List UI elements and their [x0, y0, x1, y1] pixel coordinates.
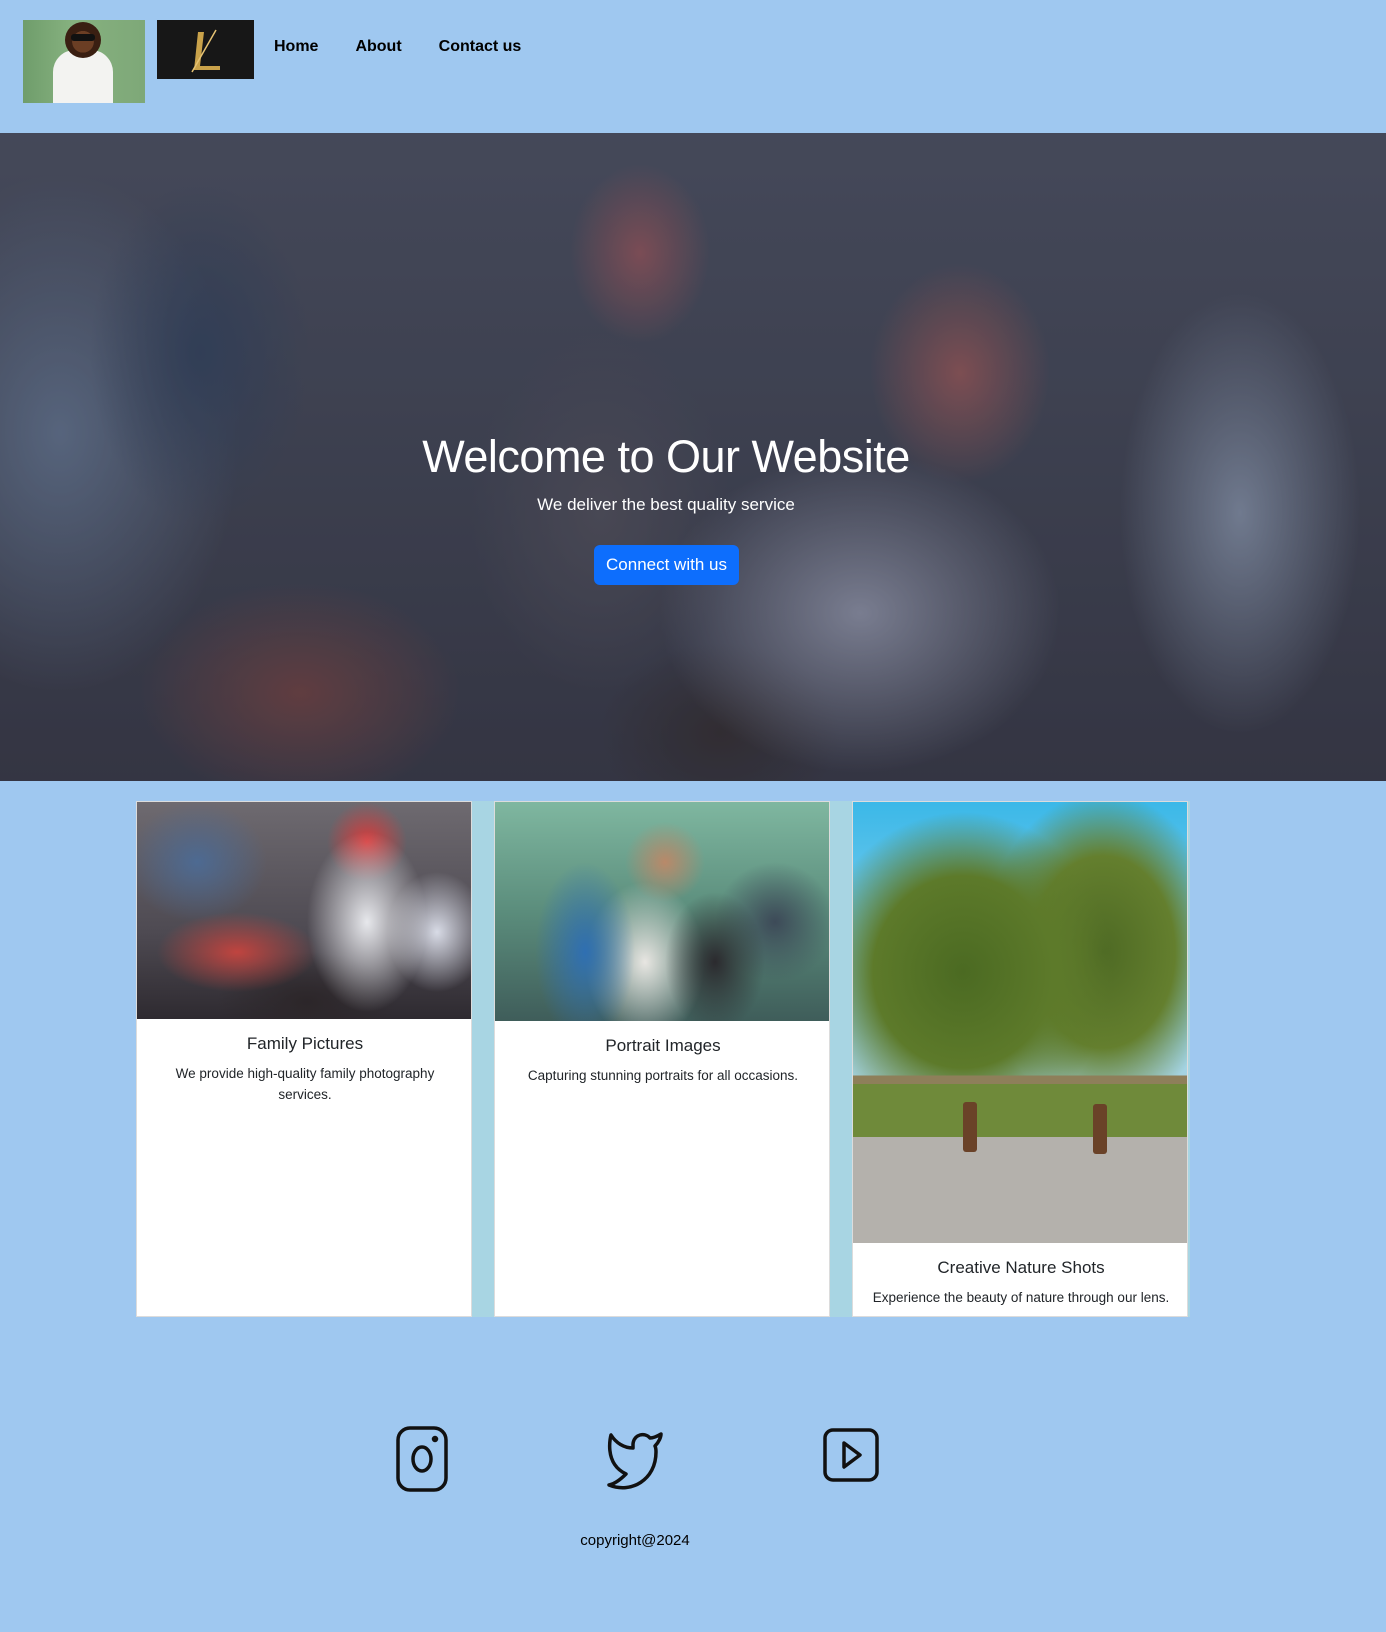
nav-about-link[interactable]: About	[355, 38, 401, 56]
card-image-portrait	[495, 802, 829, 1021]
hero-title: Welcome to Our Website	[422, 431, 910, 482]
tree-trunk	[1093, 1104, 1107, 1154]
instagram-icon[interactable]	[392, 1424, 452, 1494]
card-image-trees	[853, 802, 1187, 1243]
card-nature-shots[interactable]: Creative Nature Shots Experience the bea…	[852, 801, 1188, 1317]
nav-contact-link[interactable]: Contact us	[439, 38, 522, 56]
card-title: Creative Nature Shots	[937, 1258, 1105, 1277]
profile-photo	[23, 20, 145, 103]
nav-links: Home About Contact us	[274, 38, 558, 56]
connect-button[interactable]: Connect with us	[594, 545, 739, 585]
hero-section: Welcome to Our Website We deliver the be…	[0, 133, 1386, 781]
nav-home-link[interactable]: Home	[274, 38, 318, 56]
hero-subtitle: We deliver the best quality service	[537, 495, 795, 514]
card-image-crowd	[137, 802, 471, 1019]
photo-figure-sunglasses	[71, 34, 95, 41]
copyright-text: copyright@2024	[580, 1532, 690, 1549]
tree-trunk	[963, 1102, 977, 1152]
card-family-pictures[interactable]: Family Pictures We provide high-quality …	[136, 801, 472, 1317]
twitter-icon[interactable]	[605, 1426, 665, 1496]
social-links	[0, 1420, 1386, 1500]
card-text: Experience the beauty of nature through …	[872, 1290, 1170, 1305]
card-title: Family Pictures	[246, 1034, 364, 1053]
logo-monogram-icon	[190, 29, 220, 72]
card-title: Portrait Images	[605, 1036, 721, 1055]
top-navbar: Home About Contact us	[0, 0, 1386, 133]
card-portrait-images[interactable]: Portrait Images Capturing stunning portr…	[494, 801, 830, 1317]
brand-logo[interactable]	[157, 20, 254, 79]
card-text: Capturing stunning portraits for all occ…	[527, 1068, 799, 1083]
card-text: We provide high-quality family photograp…	[175, 1066, 435, 1102]
youtube-icon[interactable]	[821, 1420, 881, 1490]
hero-content: Welcome to Our Website We deliver the be…	[0, 133, 1332, 781]
